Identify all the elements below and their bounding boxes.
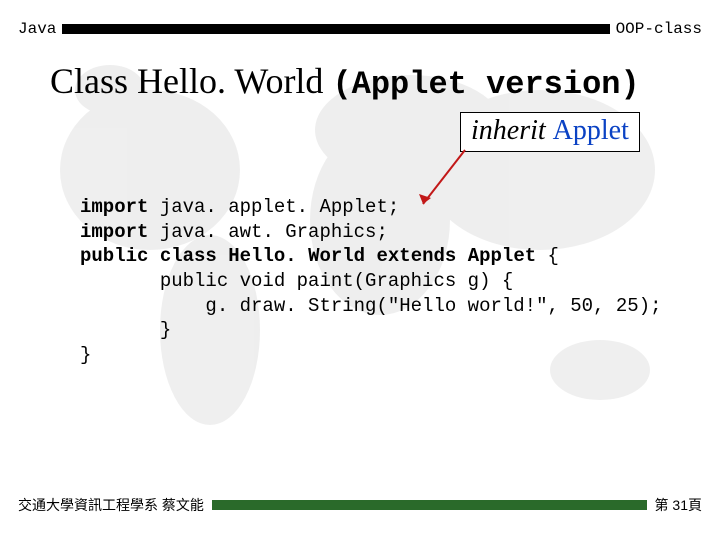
inherit-italic: inherit bbox=[471, 115, 553, 146]
code-block: import java. applet. Applet; import java… bbox=[80, 195, 662, 368]
footer-page-number: 第 31頁 bbox=[655, 495, 702, 515]
inherit-applet-box: inherit Applet bbox=[460, 112, 640, 152]
title-plain: Class Hello. World bbox=[50, 61, 332, 101]
title-mono: (Applet version) bbox=[332, 66, 639, 103]
slide-title: Class Hello. World (Applet version) bbox=[50, 60, 640, 103]
footer-divider-bar bbox=[212, 500, 647, 510]
header-left-text: Java bbox=[18, 20, 56, 38]
header: Java OOP-class bbox=[18, 20, 702, 38]
inherit-applet-link: Applet bbox=[553, 115, 629, 146]
footer: 交通大學資訊工程學系 蔡文能 第 31頁 bbox=[18, 496, 702, 514]
footer-left-text: 交通大學資訊工程學系 蔡文能 bbox=[18, 495, 204, 515]
header-right-text: OOP-class bbox=[616, 20, 702, 38]
header-divider-bar bbox=[62, 24, 609, 34]
